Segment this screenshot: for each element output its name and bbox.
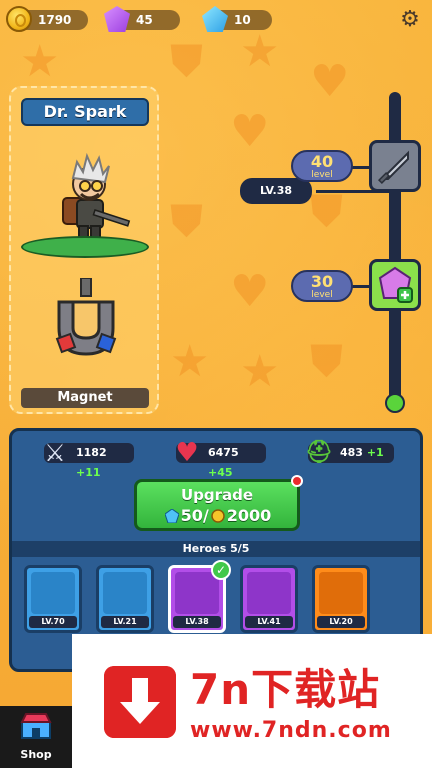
reward-level-40: 40 level xyxy=(291,150,353,182)
sword-icon xyxy=(377,150,409,185)
checkmark-icon: ✓ xyxy=(211,560,231,580)
crystal-counter[interactable]: 10 xyxy=(202,6,272,32)
shop-button[interactable]: Shop xyxy=(0,706,72,768)
hero-slot[interactable]: LV.20 xyxy=(312,565,370,633)
heroes-header: Heroes 5/5 xyxy=(12,541,420,557)
watermark-url: www.7ndn.com xyxy=(190,718,392,743)
hero-slot[interactable]: LV.21 xyxy=(96,565,154,633)
store-icon xyxy=(20,713,52,739)
coin-icon xyxy=(211,509,225,523)
shield-decoration-icon: ⛊ xyxy=(310,186,343,237)
gem-icon xyxy=(104,6,130,32)
shield-decoration-icon: ⛊ xyxy=(170,196,203,247)
hero-portrait xyxy=(175,572,219,614)
star-decoration-icon: ★ xyxy=(240,346,280,397)
star-decoration-icon: ★ xyxy=(240,26,280,77)
attack-stat: ⚔ 1182 +11 xyxy=(44,439,134,479)
shield-decoration-icon: ⛊ xyxy=(310,336,343,387)
crystal-icon xyxy=(202,6,228,32)
reward-level-30: 30 level xyxy=(291,270,353,302)
armor-stat: ⛑ 483 +1 xyxy=(305,440,394,465)
heart-icon: ♥ xyxy=(175,438,199,468)
hero-sprite[interactable] xyxy=(49,148,133,248)
heart-decoration-icon: ♥ xyxy=(230,266,270,317)
hero-portrait xyxy=(247,572,291,614)
download-logo-icon xyxy=(104,666,176,738)
hero-portrait xyxy=(103,572,147,614)
hero-slot[interactable]: LV.70 xyxy=(24,565,82,633)
heart-decoration-icon: ♥ xyxy=(230,106,270,157)
helmet-icon: ⛑ xyxy=(305,440,333,465)
current-level-badge: LV.38 xyxy=(240,178,312,204)
magnet-icon[interactable] xyxy=(51,278,121,358)
coin-icon xyxy=(6,6,32,32)
coin-amount: 1790 xyxy=(38,13,72,27)
gear-icon: ⚙ xyxy=(400,7,420,32)
gem-counter[interactable]: 45 xyxy=(104,6,180,32)
star-decoration-icon: ★ xyxy=(20,36,60,87)
gem-icon xyxy=(378,266,413,303)
hero-name: Dr. Spark xyxy=(21,98,149,126)
shield-decoration-icon: ⛊ xyxy=(170,36,203,87)
track-end-node xyxy=(385,393,405,413)
crystal-icon xyxy=(164,509,179,523)
sword-reward-box[interactable] xyxy=(369,140,421,192)
notification-dot xyxy=(291,475,303,487)
crystal-amount: 10 xyxy=(234,13,251,27)
watermark-title: 7n下载站 xyxy=(190,665,381,714)
hero-portrait xyxy=(31,572,75,614)
hero-slot[interactable]: LV.41 xyxy=(240,565,298,633)
hero-portrait xyxy=(319,572,363,614)
settings-button[interactable]: ⚙ xyxy=(398,8,422,32)
resource-bar: 1790 45 10 ⚙ xyxy=(6,6,424,34)
hero-slot-selected[interactable]: LV.38 ✓ xyxy=(168,560,231,633)
upgrade-button[interactable]: Upgrade 50/2000 xyxy=(134,475,303,531)
star-decoration-icon: ★ xyxy=(170,336,210,387)
hero-card: Dr. Spark Magnet xyxy=(9,86,159,414)
watermark-banner: 7n下载站 www.7ndn.com xyxy=(72,634,432,768)
sword-icon: ⚔ xyxy=(44,439,66,467)
hero-platform xyxy=(21,236,149,274)
heart-decoration-icon: ♥ xyxy=(310,56,350,107)
gem-reward-box[interactable] xyxy=(369,259,421,311)
health-stat: ♥ 6475 +45 xyxy=(175,438,266,479)
item-name: Magnet xyxy=(21,388,149,408)
upgrade-cost: 50/2000 xyxy=(137,506,297,526)
coin-counter[interactable]: 1790 xyxy=(6,6,88,32)
gem-amount: 45 xyxy=(136,13,153,27)
